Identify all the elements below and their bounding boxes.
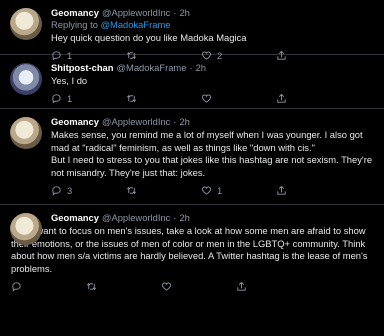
display-name[interactable]: Geomancy — [51, 212, 99, 224]
mention-link[interactable]: @MadokaFrame — [101, 19, 171, 30]
timestamp[interactable]: 2h — [196, 62, 206, 74]
tweet[interactable]: Geomancy @AppleworldInc · 2h Replying to… — [0, 0, 384, 61]
tweet-text: If you want to focus on men's issues, ta… — [11, 225, 368, 274]
user-handle[interactable]: @AppleworldInc — [102, 116, 170, 128]
like-button[interactable]: 1 — [201, 185, 276, 196]
tweet[interactable]: Shitpost-chan @MadokaFrame · 2h Yes, I d… — [0, 55, 384, 109]
tweet-actions: 1 — [51, 88, 376, 110]
reply-icon — [52, 186, 61, 196]
user-handle[interactable]: @MadokaFrame — [117, 62, 187, 74]
like-icon — [161, 282, 172, 291]
retweet-icon — [87, 282, 96, 291]
replying-to: Replying to @MadokaFrame — [51, 19, 376, 31]
tweet[interactable]: Geomancy @AppleworldInc · 2h If you want… — [0, 205, 384, 336]
replying-to-label: Replying to — [51, 19, 98, 30]
tweet-text: Hey quick question do you like Madoka Ma… — [51, 32, 247, 43]
display-name[interactable]: Shitpost-chan — [51, 62, 114, 74]
retweet-button[interactable] — [126, 185, 201, 196]
timestamp[interactable]: 2h — [179, 212, 189, 224]
avatar[interactable] — [10, 63, 42, 95]
avatar[interactable] — [10, 117, 42, 149]
separator: · — [189, 62, 193, 73]
timestamp[interactable]: 2h — [179, 7, 189, 19]
avatar[interactable] — [10, 8, 42, 40]
like-icon — [201, 186, 212, 195]
avatar[interactable] — [10, 213, 42, 245]
tweet-header: Geomancy @AppleworldInc · 2h — [51, 116, 376, 128]
reply-button[interactable]: 3 — [51, 185, 126, 196]
share-icon — [277, 185, 286, 195]
like-button[interactable] — [201, 93, 276, 104]
reply-button[interactable]: 1 — [51, 93, 126, 104]
retweet-button[interactable] — [126, 93, 201, 104]
like-icon — [201, 94, 212, 103]
reply-icon — [52, 94, 61, 104]
tweet[interactable]: Geomancy @AppleworldInc · 2h Makes sense… — [0, 109, 384, 205]
reply-count: 1 — [67, 93, 73, 105]
user-handle[interactable]: @AppleworldInc — [102, 7, 170, 19]
user-handle[interactable]: @AppleworldInc — [102, 212, 170, 224]
separator: · — [173, 116, 177, 127]
like-button[interactable] — [161, 281, 236, 292]
retweet-button[interactable] — [86, 281, 161, 292]
share-button[interactable] — [276, 93, 287, 104]
tweet-text: Makes sense, you remind me a lot of myse… — [51, 129, 373, 178]
tweet-text: Yes, I do — [51, 75, 88, 86]
reply-button[interactable] — [11, 281, 86, 292]
share-button[interactable] — [276, 185, 287, 196]
tweet-actions: 3 1 — [51, 179, 376, 201]
share-icon — [237, 281, 246, 291]
reply-icon — [12, 282, 21, 292]
timestamp[interactable]: 2h — [179, 116, 189, 128]
reply-count: 3 — [67, 184, 73, 196]
retweet-icon — [127, 186, 136, 195]
tweet-actions — [11, 275, 376, 297]
retweet-icon — [127, 94, 136, 103]
separator: · — [173, 7, 177, 18]
tweet-header: Shitpost-chan @MadokaFrame · 2h — [51, 62, 376, 74]
share-button[interactable] — [236, 281, 247, 292]
tweet-header: Geomancy @AppleworldInc · 2h — [51, 7, 376, 19]
display-name[interactable]: Geomancy — [51, 116, 99, 128]
share-icon — [277, 93, 286, 103]
separator: · — [173, 212, 177, 223]
tweet-header: Geomancy @AppleworldInc · 2h — [51, 212, 376, 224]
like-count: 1 — [217, 184, 223, 196]
display-name[interactable]: Geomancy — [51, 7, 99, 19]
